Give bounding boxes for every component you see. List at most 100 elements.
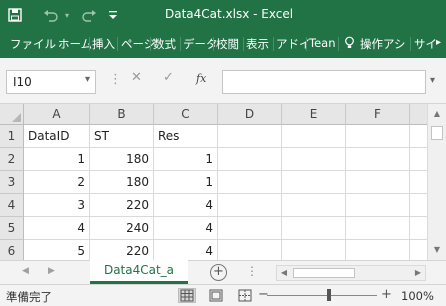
horizontal-scroll-thumb[interactable] bbox=[293, 268, 355, 278]
column-header-partial[interactable] bbox=[410, 104, 427, 125]
cell-g3[interactable] bbox=[410, 171, 427, 194]
add-sheet-button[interactable]: + bbox=[210, 264, 227, 281]
select-all-corner[interactable] bbox=[0, 104, 24, 125]
page-break-preview-icon[interactable] bbox=[236, 288, 254, 303]
cell-d6[interactable] bbox=[218, 240, 282, 260]
zoom-slider-thumb[interactable] bbox=[327, 289, 331, 301]
sheet-prev-icon[interactable]: ◀ bbox=[22, 266, 29, 276]
tab-review[interactable]: 校閲 bbox=[216, 36, 239, 52]
cell-e1[interactable] bbox=[282, 125, 346, 148]
column-header-c[interactable]: C bbox=[154, 104, 218, 125]
row-header-6[interactable]: 6 bbox=[0, 240, 24, 260]
cell-d1[interactable] bbox=[218, 125, 282, 148]
enter-icon[interactable]: ✓ bbox=[163, 70, 174, 85]
cell-f4[interactable] bbox=[346, 194, 410, 217]
cell-g4[interactable] bbox=[410, 194, 427, 217]
column-header-b[interactable]: B bbox=[90, 104, 154, 125]
expand-formula-bar-icon[interactable]: ▾ bbox=[430, 75, 435, 86]
vertical-scrollbar[interactable]: ▲ ▼ bbox=[427, 104, 446, 260]
cell-c6[interactable]: 4 bbox=[154, 240, 218, 260]
cell-e6[interactable] bbox=[282, 240, 346, 260]
cell-g5[interactable] bbox=[410, 217, 427, 240]
formula-bar-splitter[interactable]: ⋮ bbox=[109, 72, 122, 87]
tab-formulas[interactable]: 数式 bbox=[153, 36, 176, 52]
cell-g1[interactable] bbox=[410, 125, 427, 148]
cell-g6[interactable] bbox=[410, 240, 427, 260]
cell-e3[interactable] bbox=[282, 171, 346, 194]
vertical-scroll-thumb[interactable] bbox=[431, 126, 443, 140]
ribbon-scroll-right-icon[interactable]: ▸ bbox=[436, 37, 441, 48]
save-icon[interactable] bbox=[6, 6, 24, 24]
cell-b2[interactable]: 180 bbox=[90, 148, 154, 171]
lightbulb-icon[interactable] bbox=[344, 36, 355, 52]
row-header-3[interactable]: 3 bbox=[0, 171, 24, 194]
sign-in-link[interactable]: サイ bbox=[414, 36, 437, 52]
cell-b6[interactable]: 220 bbox=[90, 240, 154, 260]
cell-c2[interactable]: 1 bbox=[154, 148, 218, 171]
cell-d2[interactable] bbox=[218, 148, 282, 171]
undo-dropdown-icon[interactable]: ▾ bbox=[62, 6, 72, 24]
horizontal-scrollbar[interactable]: ◀ ▶ bbox=[276, 265, 426, 281]
scroll-right-icon[interactable]: ▶ bbox=[411, 266, 425, 280]
cell-d4[interactable] bbox=[218, 194, 282, 217]
cell-a5[interactable]: 4 bbox=[24, 217, 90, 240]
customize-qat-icon[interactable] bbox=[106, 6, 120, 24]
tab-view[interactable]: 表示 bbox=[246, 36, 269, 52]
insert-function-icon[interactable]: fx bbox=[196, 72, 206, 85]
cell-c3[interactable]: 1 bbox=[154, 171, 218, 194]
cell-f2[interactable] bbox=[346, 148, 410, 171]
cell-f1[interactable] bbox=[346, 125, 410, 148]
zoom-slider[interactable] bbox=[267, 295, 377, 296]
name-box[interactable]: I10 ▾ bbox=[6, 70, 96, 94]
zoom-in-button[interactable]: + bbox=[381, 287, 392, 302]
cell-a1[interactable]: DataID bbox=[24, 125, 90, 148]
cell-a6[interactable]: 5 bbox=[24, 240, 90, 260]
tab-team[interactable]: Tean bbox=[309, 36, 335, 50]
tab-home[interactable]: ホーム bbox=[58, 36, 92, 52]
page-layout-view-icon[interactable] bbox=[207, 288, 225, 303]
cell-a4[interactable]: 3 bbox=[24, 194, 90, 217]
cell-e2[interactable] bbox=[282, 148, 346, 171]
sheet-next-icon[interactable]: ▶ bbox=[48, 266, 55, 276]
formula-input[interactable] bbox=[222, 70, 426, 94]
cell-g2[interactable] bbox=[410, 148, 427, 171]
row-header-5[interactable]: 5 bbox=[0, 217, 24, 240]
cell-a3[interactable]: 2 bbox=[24, 171, 90, 194]
cell-b5[interactable]: 240 bbox=[90, 217, 154, 240]
redo-icon[interactable] bbox=[78, 6, 100, 24]
column-header-f[interactable]: F bbox=[346, 104, 410, 125]
sheet-tab-data4cat-a[interactable]: Data4Cat_a bbox=[90, 260, 188, 284]
tab-splitter-handle[interactable]: ⋮ bbox=[246, 264, 258, 278]
cell-d3[interactable] bbox=[218, 171, 282, 194]
cell-b3[interactable]: 180 bbox=[90, 171, 154, 194]
row-header-2[interactable]: 2 bbox=[0, 148, 24, 171]
row-header-4[interactable]: 4 bbox=[0, 194, 24, 217]
cell-a2[interactable]: 1 bbox=[24, 148, 90, 171]
row-header-1[interactable]: 1 bbox=[0, 125, 24, 148]
cell-f3[interactable] bbox=[346, 171, 410, 194]
scroll-up-icon[interactable]: ▲ bbox=[428, 106, 446, 122]
cell-e5[interactable] bbox=[282, 217, 346, 240]
column-header-a[interactable]: A bbox=[24, 104, 90, 125]
column-header-d[interactable]: D bbox=[218, 104, 282, 125]
tell-me-search[interactable]: 操作アシ bbox=[360, 36, 406, 52]
cell-c5[interactable]: 4 bbox=[154, 217, 218, 240]
cell-e4[interactable] bbox=[282, 194, 346, 217]
column-header-e[interactable]: E bbox=[282, 104, 346, 125]
undo-icon[interactable] bbox=[40, 6, 62, 24]
tab-file[interactable]: ファイル bbox=[10, 36, 56, 52]
cell-d5[interactable] bbox=[218, 217, 282, 240]
cell-f5[interactable] bbox=[346, 217, 410, 240]
cell-c1[interactable]: Res bbox=[154, 125, 218, 148]
scroll-down-icon[interactable]: ▼ bbox=[428, 242, 446, 258]
cell-b4[interactable]: 220 bbox=[90, 194, 154, 217]
tab-insert[interactable]: 挿入 bbox=[92, 36, 115, 52]
cell-f6[interactable] bbox=[346, 240, 410, 260]
zoom-level[interactable]: 100% bbox=[401, 289, 434, 303]
scroll-left-icon[interactable]: ◀ bbox=[277, 266, 291, 280]
cell-c4[interactable]: 4 bbox=[154, 194, 218, 217]
chevron-down-icon[interactable]: ▾ bbox=[85, 74, 90, 85]
cell-b1[interactable]: ST bbox=[90, 125, 154, 148]
cancel-icon[interactable]: ✕ bbox=[131, 70, 142, 85]
normal-view-icon[interactable] bbox=[178, 288, 196, 303]
